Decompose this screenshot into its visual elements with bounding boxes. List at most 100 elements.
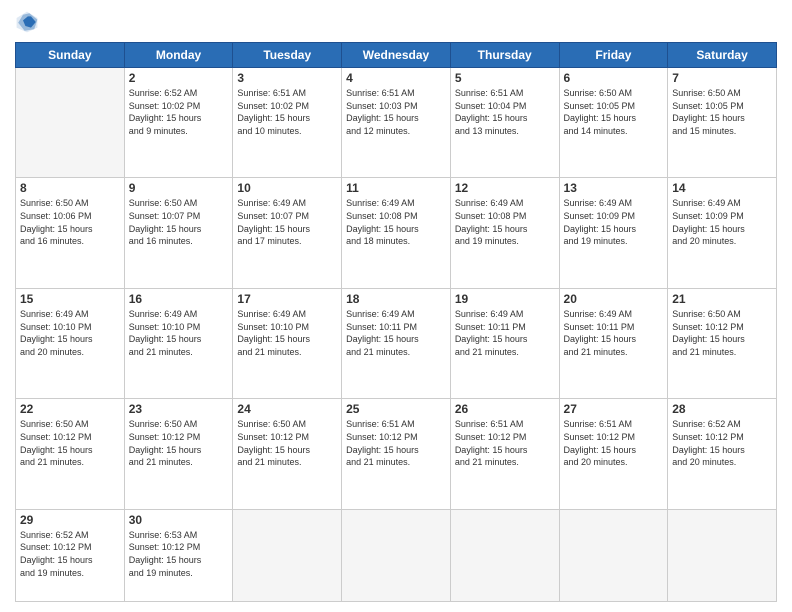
calendar-cell: 5 Sunrise: 6:51 AM Sunset: 10:04 PM Dayli… bbox=[450, 68, 559, 178]
day-info: Sunrise: 6:51 AM Sunset: 10:12 PM Daylig… bbox=[564, 418, 664, 468]
day-info: Sunrise: 6:52 AM Sunset: 10:12 PM Daylig… bbox=[20, 529, 120, 579]
day-number: 11 bbox=[346, 181, 446, 195]
day-number: 14 bbox=[672, 181, 772, 195]
calendar-cell: 16 Sunrise: 6:49 AM Sunset: 10:10 PM Dayl… bbox=[124, 288, 233, 398]
day-info: Sunrise: 6:50 AM Sunset: 10:12 PM Daylig… bbox=[20, 418, 120, 468]
day-info: Sunrise: 6:50 AM Sunset: 10:05 PM Daylig… bbox=[564, 87, 664, 137]
day-info: Sunrise: 6:53 AM Sunset: 10:12 PM Daylig… bbox=[129, 529, 229, 579]
day-number: 17 bbox=[237, 292, 337, 306]
page: Sunday Monday Tuesday Wednesday Thursday… bbox=[0, 0, 792, 612]
day-info: Sunrise: 6:49 AM Sunset: 10:10 PM Daylig… bbox=[129, 308, 229, 358]
calendar-cell bbox=[16, 68, 125, 178]
day-info: Sunrise: 6:50 AM Sunset: 10:12 PM Daylig… bbox=[237, 418, 337, 468]
day-info: Sunrise: 6:49 AM Sunset: 10:11 PM Daylig… bbox=[455, 308, 555, 358]
day-number: 20 bbox=[564, 292, 664, 306]
day-number: 21 bbox=[672, 292, 772, 306]
calendar-cell: 23 Sunrise: 6:50 AM Sunset: 10:12 PM Dayl… bbox=[124, 399, 233, 509]
calendar-cell bbox=[668, 509, 777, 601]
day-number: 5 bbox=[455, 71, 555, 85]
col-wednesday: Wednesday bbox=[342, 43, 451, 68]
day-info: Sunrise: 6:49 AM Sunset: 10:11 PM Daylig… bbox=[346, 308, 446, 358]
day-info: Sunrise: 6:50 AM Sunset: 10:12 PM Daylig… bbox=[672, 308, 772, 358]
day-info: Sunrise: 6:52 AM Sunset: 10:02 PM Daylig… bbox=[129, 87, 229, 137]
day-number: 13 bbox=[564, 181, 664, 195]
calendar-cell: 30 Sunrise: 6:53 AM Sunset: 10:12 PM Dayl… bbox=[124, 509, 233, 601]
calendar-cell: 18 Sunrise: 6:49 AM Sunset: 10:11 PM Dayl… bbox=[342, 288, 451, 398]
day-number: 25 bbox=[346, 402, 446, 416]
day-info: Sunrise: 6:50 AM Sunset: 10:12 PM Daylig… bbox=[129, 418, 229, 468]
day-info: Sunrise: 6:49 AM Sunset: 10:07 PM Daylig… bbox=[237, 197, 337, 247]
calendar-cell: 17 Sunrise: 6:49 AM Sunset: 10:10 PM Dayl… bbox=[233, 288, 342, 398]
calendar-cell: 21 Sunrise: 6:50 AM Sunset: 10:12 PM Dayl… bbox=[668, 288, 777, 398]
day-number: 6 bbox=[564, 71, 664, 85]
calendar-cell: 8 Sunrise: 6:50 AM Sunset: 10:06 PM Dayli… bbox=[16, 178, 125, 288]
calendar-cell: 27 Sunrise: 6:51 AM Sunset: 10:12 PM Dayl… bbox=[559, 399, 668, 509]
day-info: Sunrise: 6:49 AM Sunset: 10:11 PM Daylig… bbox=[564, 308, 664, 358]
calendar-cell: 26 Sunrise: 6:51 AM Sunset: 10:12 PM Dayl… bbox=[450, 399, 559, 509]
calendar-cell: 28 Sunrise: 6:52 AM Sunset: 10:12 PM Dayl… bbox=[668, 399, 777, 509]
calendar-cell: 24 Sunrise: 6:50 AM Sunset: 10:12 PM Dayl… bbox=[233, 399, 342, 509]
day-number: 30 bbox=[129, 513, 229, 527]
day-number: 8 bbox=[20, 181, 120, 195]
calendar-cell: 3 Sunrise: 6:51 AM Sunset: 10:02 PM Dayli… bbox=[233, 68, 342, 178]
day-number: 12 bbox=[455, 181, 555, 195]
calendar-cell: 13Sunrise: 6:49 AM Sunset: 10:09 PM Dayl… bbox=[559, 178, 668, 288]
logo bbox=[15, 10, 43, 34]
calendar-cell bbox=[233, 509, 342, 601]
day-info: Sunrise: 6:49 AM Sunset: 10:10 PM Daylig… bbox=[20, 308, 120, 358]
day-number: 27 bbox=[564, 402, 664, 416]
day-info: Sunrise: 6:51 AM Sunset: 10:04 PM Daylig… bbox=[455, 87, 555, 137]
day-info: Sunrise: 6:51 AM Sunset: 10:12 PM Daylig… bbox=[346, 418, 446, 468]
col-tuesday: Tuesday bbox=[233, 43, 342, 68]
day-number: 7 bbox=[672, 71, 772, 85]
day-number: 29 bbox=[20, 513, 120, 527]
calendar-cell: 7Sunrise: 6:50 AM Sunset: 10:05 PM Dayli… bbox=[668, 68, 777, 178]
header bbox=[15, 10, 777, 34]
day-number: 2 bbox=[129, 71, 229, 85]
calendar-cell: 15 Sunrise: 6:49 AM Sunset: 10:10 PM Dayl… bbox=[16, 288, 125, 398]
calendar-cell: 19 Sunrise: 6:49 AM Sunset: 10:11 PM Dayl… bbox=[450, 288, 559, 398]
calendar-cell: 25 Sunrise: 6:51 AM Sunset: 10:12 PM Dayl… bbox=[342, 399, 451, 509]
day-info: Sunrise: 6:49 AM Sunset: 10:08 PM Daylig… bbox=[455, 197, 555, 247]
calendar-table: Sunday Monday Tuesday Wednesday Thursday… bbox=[15, 42, 777, 602]
day-info: Sunrise: 6:50 AM Sunset: 10:07 PM Daylig… bbox=[129, 197, 229, 247]
day-info: Sunrise: 6:51 AM Sunset: 10:02 PM Daylig… bbox=[237, 87, 337, 137]
day-number: 18 bbox=[346, 292, 446, 306]
calendar-cell: 9 Sunrise: 6:50 AM Sunset: 10:07 PM Dayli… bbox=[124, 178, 233, 288]
calendar-cell: 14 Sunrise: 6:49 AM Sunset: 10:09 PM Dayl… bbox=[668, 178, 777, 288]
day-info: Sunrise: 6:49 AM Sunset: 10:08 PM Daylig… bbox=[346, 197, 446, 247]
day-number: 3 bbox=[237, 71, 337, 85]
col-friday: Friday bbox=[559, 43, 668, 68]
day-number: 19 bbox=[455, 292, 555, 306]
day-info: Sunrise: 6:51 AM Sunset: 10:03 PM Daylig… bbox=[346, 87, 446, 137]
calendar-cell: 2 Sunrise: 6:52 AM Sunset: 10:02 PM Dayli… bbox=[124, 68, 233, 178]
day-info: Sunrise: 6:51 AM Sunset: 10:12 PM Daylig… bbox=[455, 418, 555, 468]
day-number: 26 bbox=[455, 402, 555, 416]
col-sunday: Sunday bbox=[16, 43, 125, 68]
calendar-cell: 22 Sunrise: 6:50 AM Sunset: 10:12 PM Dayl… bbox=[16, 399, 125, 509]
calendar-cell: 20 Sunrise: 6:49 AM Sunset: 10:11 PM Dayl… bbox=[559, 288, 668, 398]
day-number: 16 bbox=[129, 292, 229, 306]
day-number: 23 bbox=[129, 402, 229, 416]
day-info: Sunrise: 6:49 AM Sunset: 10:10 PM Daylig… bbox=[237, 308, 337, 358]
day-number: 15 bbox=[20, 292, 120, 306]
day-number: 10 bbox=[237, 181, 337, 195]
calendar-cell: 10 Sunrise: 6:49 AM Sunset: 10:07 PM Dayl… bbox=[233, 178, 342, 288]
col-monday: Monday bbox=[124, 43, 233, 68]
calendar-cell: 12 Sunrise: 6:49 AM Sunset: 10:08 PM Dayl… bbox=[450, 178, 559, 288]
day-number: 9 bbox=[129, 181, 229, 195]
col-thursday: Thursday bbox=[450, 43, 559, 68]
day-info: Sunrise: 6:49 AM Sunset: 10:09 PM Daylig… bbox=[672, 197, 772, 247]
col-saturday: Saturday bbox=[668, 43, 777, 68]
calendar-cell bbox=[559, 509, 668, 601]
day-number: 4 bbox=[346, 71, 446, 85]
day-info: Sunrise: 6:52 AM Sunset: 10:12 PM Daylig… bbox=[672, 418, 772, 468]
day-number: 28 bbox=[672, 402, 772, 416]
logo-icon bbox=[15, 10, 39, 34]
calendar-cell bbox=[342, 509, 451, 601]
calendar-cell: 4 Sunrise: 6:51 AM Sunset: 10:03 PM Dayli… bbox=[342, 68, 451, 178]
day-number: 24 bbox=[237, 402, 337, 416]
calendar-cell: 11 Sunrise: 6:49 AM Sunset: 10:08 PM Dayl… bbox=[342, 178, 451, 288]
day-number: 22 bbox=[20, 402, 120, 416]
day-info: Sunrise: 6:50 AM Sunset: 10:06 PM Daylig… bbox=[20, 197, 120, 247]
